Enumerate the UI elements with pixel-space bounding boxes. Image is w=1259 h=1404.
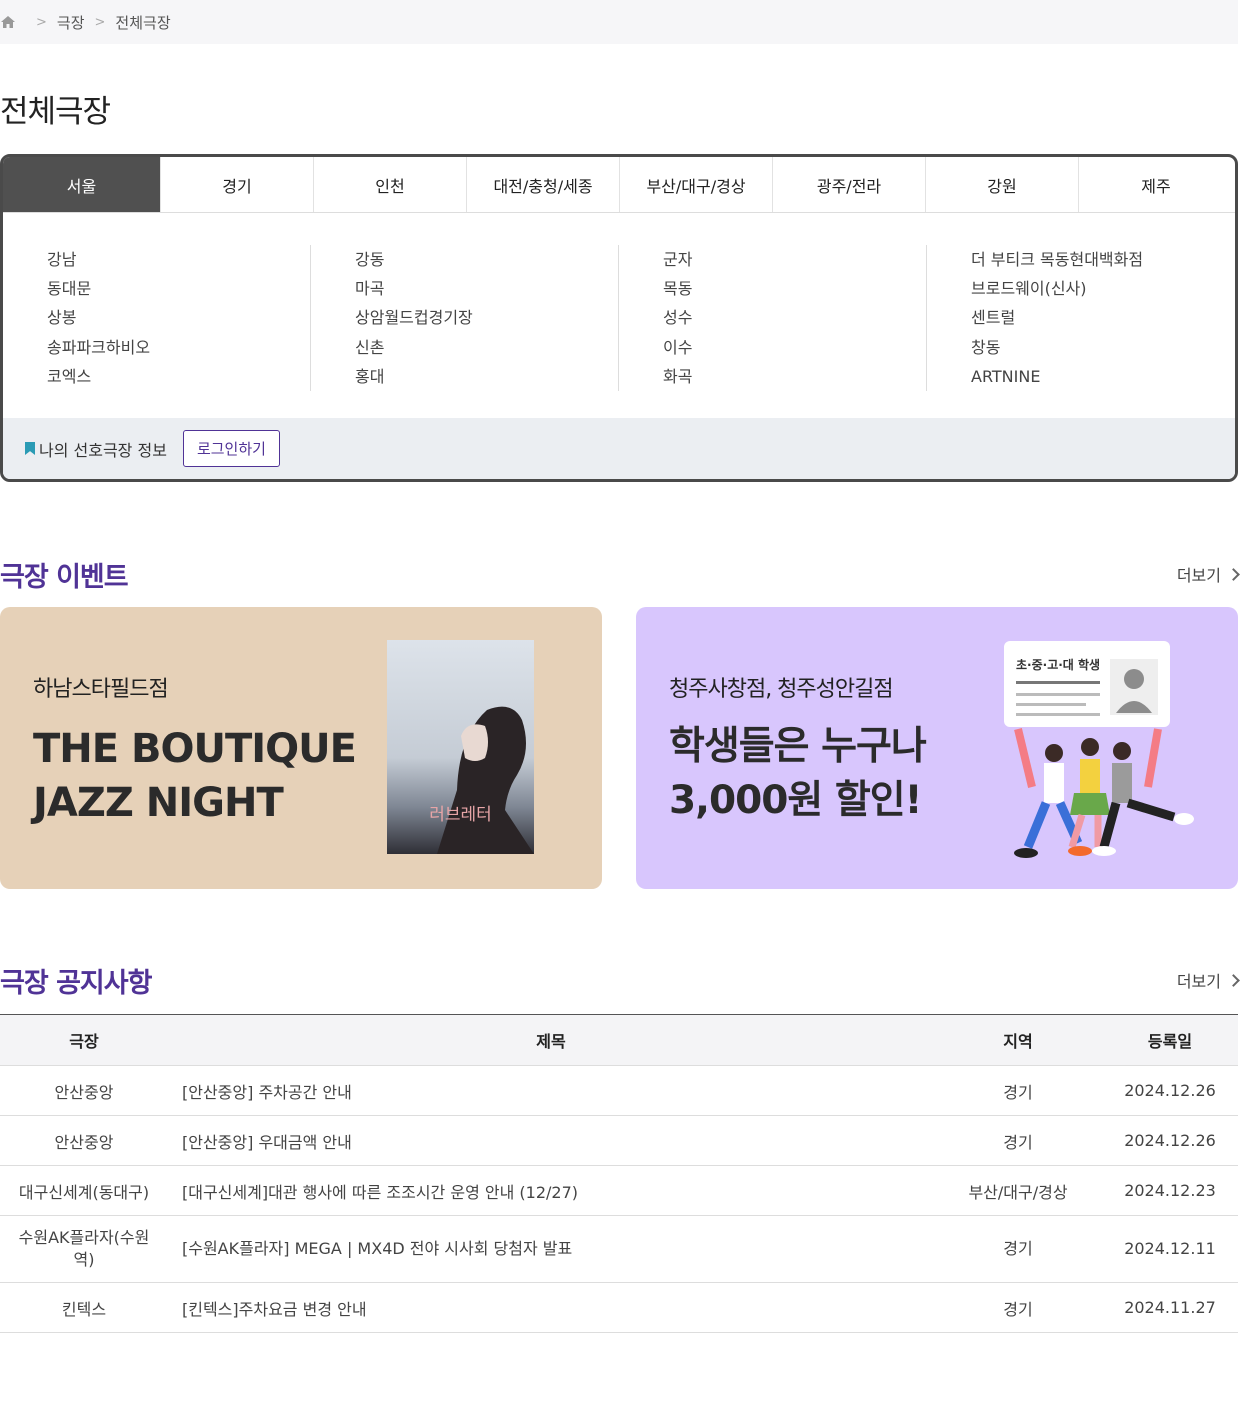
- notice-theater: 수원AK플라자(수원역): [0, 1215, 168, 1283]
- tab-gangwon[interactable]: 강원: [926, 157, 1079, 212]
- notice-region: 부산/대구/경상: [934, 1165, 1102, 1216]
- notice-region: 경기: [934, 1282, 1102, 1333]
- more-label: 더보기: [1176, 566, 1221, 585]
- notice-title-link[interactable]: [킨텍스]주차요금 변경 안내: [168, 1282, 934, 1333]
- notice-date: 2024.12.23: [1102, 1165, 1238, 1216]
- branch-column: 더 부티크 목동현대백화점 브로드웨이(신사) 센트럴 창동 ARTNINE: [927, 245, 1235, 391]
- student-illustration: 초·중·고·대 학생: [1004, 641, 1194, 858]
- table-header-row: 극장 제목 지역 등록일: [0, 1014, 1238, 1066]
- table-row[interactable]: 대구신세계(동대구) [대구신세계]대관 행사에 따른 조조시간 운영 안내 (…: [0, 1165, 1238, 1216]
- branch-link[interactable]: 군자: [663, 245, 926, 274]
- notice-date: 2024.12.26: [1102, 1115, 1238, 1166]
- events-section-title: 극장 이벤트: [0, 562, 129, 593]
- branch-column: 군자 목동 성수 이수 화곡: [619, 245, 927, 391]
- branch-link[interactable]: 코엑스: [47, 362, 310, 391]
- breadcrumb-item[interactable]: 극장: [57, 12, 85, 33]
- branch-link[interactable]: 브로드웨이(신사): [971, 274, 1235, 303]
- region-tabs: 서울 경기 인천 대전/충청/세종 부산/대구/경상 광주/전라 강원 제주: [3, 157, 1235, 213]
- branch-link[interactable]: 송파파크하비오: [47, 333, 310, 362]
- breadcrumb-item[interactable]: 전체극장: [115, 12, 170, 33]
- notice-region: 경기: [934, 1065, 1102, 1116]
- notice-region: 경기: [934, 1215, 1102, 1283]
- event-card[interactable]: 하남스타필드점 THE BOUTIQUE JAZZ NIGHT 러브레터: [0, 607, 602, 889]
- favorite-theater-label: 나의 선호극장 정보: [25, 437, 167, 461]
- tab-gwangju[interactable]: 광주/전라: [773, 157, 926, 212]
- branch-link[interactable]: ARTNINE: [971, 362, 1235, 391]
- branch-link[interactable]: 신촌: [355, 333, 618, 362]
- tab-incheon[interactable]: 인천: [314, 157, 467, 212]
- notices-section-title: 극장 공지사항: [0, 968, 152, 999]
- event-headline: THE BOUTIQUE JAZZ NIGHT: [33, 726, 357, 826]
- branch-link[interactable]: 성수: [663, 303, 926, 332]
- notice-region: 경기: [934, 1115, 1102, 1166]
- table-row[interactable]: 안산중앙 [안산중앙] 주차공간 안내 경기 2024.12.26: [0, 1065, 1238, 1116]
- login-button[interactable]: 로그인하기: [182, 430, 280, 467]
- event-subtitle: 하남스타필드점: [33, 677, 169, 702]
- notice-date: 2024.12.11: [1102, 1215, 1238, 1283]
- chevron-right-icon: [1227, 973, 1240, 987]
- branch-link[interactable]: 창동: [971, 333, 1235, 362]
- branch-link[interactable]: 더 부티크 목동현대백화점: [971, 245, 1235, 274]
- branch-column: 강남 동대문 상봉 송파파크하비오 코엑스: [3, 245, 311, 391]
- notice-title-link[interactable]: [안산중앙] 우대금액 안내: [168, 1115, 934, 1166]
- branch-link[interactable]: 마곡: [355, 274, 618, 303]
- theater-region-box: 서울 경기 인천 대전/충청/세종 부산/대구/경상 광주/전라 강원 제주 강…: [0, 154, 1238, 482]
- poster-title: 러브레터: [429, 805, 492, 825]
- branch-column: 강동 마곡 상암월드컵경기장 신촌 홍대: [311, 245, 619, 391]
- event-headline: 학생들은 누구나 3,000원 할인!: [669, 724, 927, 823]
- notice-theater: 킨텍스: [0, 1282, 168, 1333]
- tab-daejeon[interactable]: 대전/충청/세종: [467, 157, 620, 212]
- events-more-link[interactable]: 더보기: [1176, 562, 1240, 586]
- branch-link[interactable]: 동대문: [47, 274, 310, 303]
- home-icon[interactable]: [0, 14, 16, 30]
- branch-link[interactable]: 이수: [663, 333, 926, 362]
- table-row[interactable]: 수원AK플라자(수원역) [수원AK플라자] MEGA | MX4D 전야 시사…: [0, 1215, 1238, 1283]
- branch-link[interactable]: 상봉: [47, 303, 310, 332]
- notice-date: 2024.11.27: [1102, 1282, 1238, 1333]
- column-header: 등록일: [1102, 1014, 1238, 1066]
- table-row[interactable]: 안산중앙 [안산중앙] 우대금액 안내 경기 2024.12.26: [0, 1115, 1238, 1166]
- branch-link[interactable]: 강남: [47, 245, 310, 274]
- student-card-label: 초·중·고·대 학생: [1016, 657, 1100, 672]
- event-card[interactable]: 청주사창점, 청주성안길점 학생들은 누구나 3,000원 할인! 초·중·고·…: [636, 607, 1238, 889]
- tab-gyeonggi[interactable]: 경기: [161, 157, 314, 212]
- column-header: 극장: [0, 1014, 168, 1066]
- notice-theater: 안산중앙: [0, 1115, 168, 1166]
- branch-link[interactable]: 센트럴: [971, 303, 1235, 332]
- breadcrumb: > 극장 > 전체극장: [0, 0, 1238, 44]
- tab-jeju[interactable]: 제주: [1079, 157, 1233, 212]
- notice-theater: 대구신세계(동대구): [0, 1165, 168, 1216]
- favorite-theater-bar: 나의 선호극장 정보 로그인하기: [3, 418, 1235, 479]
- notice-title-link[interactable]: [안산중앙] 주차공간 안내: [168, 1065, 934, 1116]
- notice-theater: 안산중앙: [0, 1065, 168, 1116]
- event-subtitle: 청주사창점, 청주성안길점: [669, 677, 894, 702]
- column-header: 지역: [934, 1014, 1102, 1066]
- branch-link[interactable]: 목동: [663, 274, 926, 303]
- notice-title-link[interactable]: [수원AK플라자] MEGA | MX4D 전야 시사회 당첨자 발표: [168, 1215, 934, 1283]
- branch-link[interactable]: 강동: [355, 245, 618, 274]
- more-label: 더보기: [1176, 972, 1221, 991]
- column-header: 제목: [168, 1014, 934, 1066]
- notice-title-link[interactable]: [대구신세계]대관 행사에 따른 조조시간 운영 안내 (12/27): [168, 1165, 934, 1216]
- chevron-right-icon: [1227, 567, 1240, 581]
- chevron-right-icon: >: [94, 14, 106, 30]
- notices-more-link[interactable]: 더보기: [1176, 968, 1240, 992]
- chevron-right-icon: >: [36, 14, 47, 30]
- favorite-label-text: 나의 선호극장 정보: [39, 440, 167, 460]
- tab-busan[interactable]: 부산/대구/경상: [620, 157, 773, 212]
- branch-link[interactable]: 상암월드컵경기장: [355, 303, 618, 332]
- notice-date: 2024.12.26: [1102, 1065, 1238, 1116]
- bookmark-icon: [25, 442, 35, 455]
- page-title: 전체극장: [0, 94, 111, 130]
- movie-poster: 러브레터: [387, 640, 534, 854]
- notice-table: 극장 제목 지역 등록일 안산중앙 [안산중앙] 주차공간 안내 경기 2024…: [0, 1014, 1238, 1333]
- branch-list: 강남 동대문 상봉 송파파크하비오 코엑스 강동 마곡 상암월드컵경기장 신촌 …: [3, 213, 1235, 420]
- table-row[interactable]: 킨텍스 [킨텍스]주차요금 변경 안내 경기 2024.11.27: [0, 1282, 1238, 1333]
- tab-seoul[interactable]: 서울: [3, 157, 161, 212]
- branch-link[interactable]: 홍대: [355, 362, 618, 391]
- branch-link[interactable]: 화곡: [663, 362, 926, 391]
